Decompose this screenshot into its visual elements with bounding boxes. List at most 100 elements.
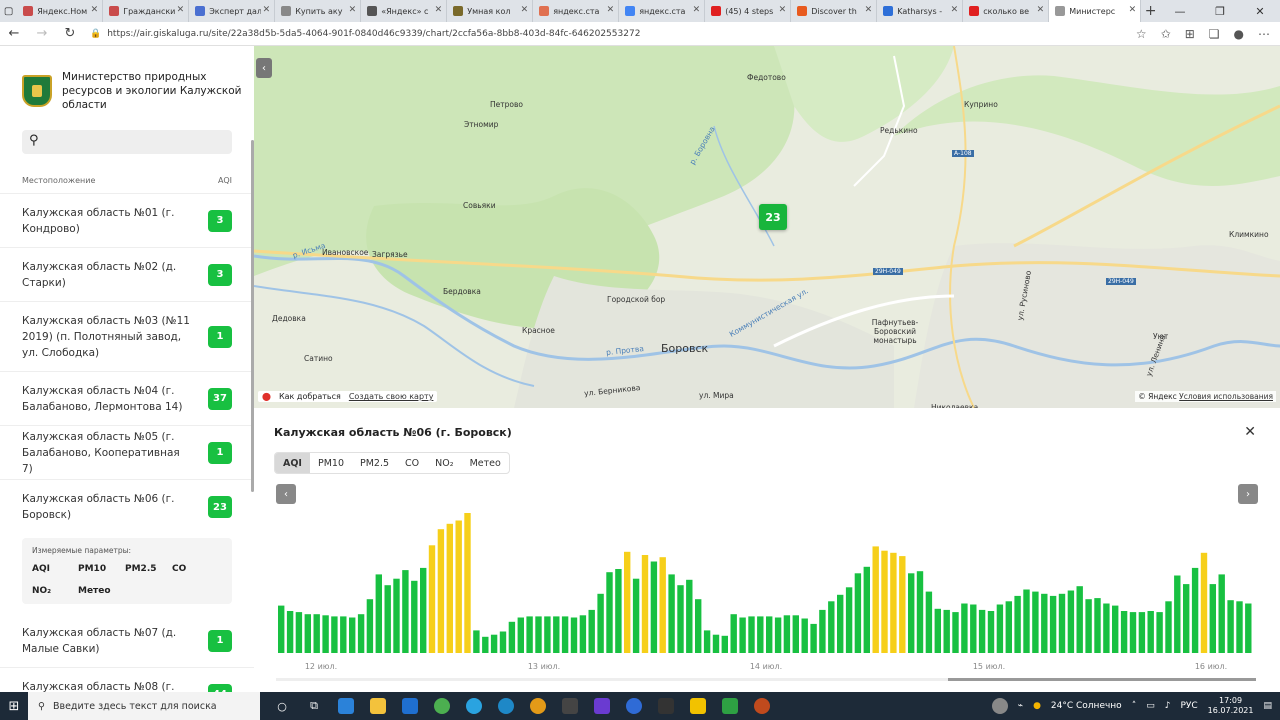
- browser-tab[interactable]: сколько ве ✕: [963, 0, 1050, 22]
- parameter-tab[interactable]: PM10: [310, 453, 352, 473]
- close-tab-icon[interactable]: ✕: [951, 5, 959, 15]
- chart-bar[interactable]: [766, 616, 773, 653]
- chart-bar[interactable]: [606, 572, 613, 653]
- browser-tab[interactable]: Граждански ✕: [103, 0, 190, 22]
- chart-bar[interactable]: [517, 617, 524, 654]
- chart-bar[interactable]: [801, 618, 808, 654]
- location-item[interactable]: Калужская область №07 (д. Малые Савки) 1: [0, 614, 254, 668]
- clock[interactable]: 17:09 16.07.2021: [1208, 696, 1254, 716]
- chart-bar[interactable]: [455, 520, 462, 654]
- chart-bar[interactable]: [721, 635, 728, 653]
- close-panel-icon[interactable]: ✕: [1244, 424, 1256, 440]
- chart-bar[interactable]: [1218, 574, 1225, 653]
- edge-icon[interactable]: [490, 692, 522, 720]
- close-tab-icon[interactable]: ✕: [349, 5, 357, 15]
- browser-tab[interactable]: яндекс.ста ✕: [533, 0, 620, 22]
- chart-bar[interactable]: [349, 617, 356, 654]
- location-item[interactable]: Калужская область №02 (д. Старки) 3: [0, 248, 254, 302]
- chart-bar[interactable]: [428, 545, 436, 653]
- forward-icon[interactable]: →: [28, 26, 56, 41]
- chart-bar[interactable]: [473, 630, 480, 653]
- menu-icon[interactable]: ⋯: [1258, 27, 1270, 41]
- app-icon[interactable]: [522, 692, 554, 720]
- app-icon[interactable]: [682, 692, 714, 720]
- chart-next-button[interactable]: ›: [1238, 484, 1258, 504]
- chart-bar[interactable]: [774, 617, 782, 654]
- chart-bar[interactable]: [748, 616, 755, 653]
- chart-bar[interactable]: [890, 552, 897, 653]
- console-icon[interactable]: [650, 692, 682, 720]
- chart-bar[interactable]: [1014, 595, 1021, 653]
- search-input[interactable]: ⚲: [22, 130, 232, 154]
- chart-bar[interactable]: [1236, 601, 1243, 653]
- location-item[interactable]: Калужская область №08 (г. Обнинск, 202 м…: [0, 668, 254, 692]
- reload-icon[interactable]: ↻: [56, 26, 84, 41]
- close-tab-icon[interactable]: ✕: [607, 5, 615, 15]
- chart-bar[interactable]: [925, 591, 933, 653]
- browser-tab[interactable]: Эксперт дал ✕: [189, 0, 276, 22]
- close-tab-icon[interactable]: ✕: [1037, 5, 1045, 15]
- chart-bar[interactable]: [420, 567, 427, 653]
- chart-bar[interactable]: [544, 616, 551, 653]
- chart-bar[interactable]: [668, 574, 675, 653]
- chart-bar[interactable]: [313, 614, 320, 653]
- new-tab-button[interactable]: +: [1141, 0, 1160, 22]
- chart-bar[interactable]: [934, 608, 941, 653]
- task-view-icon[interactable]: ⧉: [298, 692, 330, 720]
- chart-scrollbar[interactable]: [276, 678, 1256, 681]
- parameter-tab[interactable]: AQI: [275, 453, 310, 473]
- chart-bar[interactable]: [641, 555, 649, 653]
- close-tab-icon[interactable]: ✕: [1129, 5, 1137, 15]
- app-icon[interactable]: [586, 692, 618, 720]
- location-item[interactable]: Калужская область №06 (г. Боровск) 23: [0, 480, 254, 534]
- url-field[interactable]: 🔒 https://air.giskaluga.ru/site/22a38d5b…: [90, 29, 1090, 39]
- app-icon[interactable]: [746, 692, 778, 720]
- telegram-icon[interactable]: [458, 692, 490, 720]
- app-icon[interactable]: [714, 692, 746, 720]
- chart-bar[interactable]: [331, 616, 338, 653]
- location-item[interactable]: Калужская область №01 (г. Кондрово) 3: [0, 194, 254, 248]
- parameter-tab[interactable]: NO₂: [427, 453, 461, 473]
- browser-tab[interactable]: Умная кол ✕: [447, 0, 534, 22]
- chart-bar[interactable]: [393, 578, 400, 653]
- chart-bar[interactable]: [446, 523, 453, 653]
- map[interactable]: ‹ 23 Федотово Петрово Этномир Куприно Редьки…: [254, 46, 1280, 408]
- chart-bar[interactable]: [863, 566, 870, 653]
- chart-bar[interactable]: [1138, 612, 1146, 653]
- parameter-tab[interactable]: CO: [397, 453, 427, 473]
- chart-bar[interactable]: [490, 634, 498, 653]
- chart-bar[interactable]: [739, 617, 746, 654]
- store-icon[interactable]: [330, 692, 362, 720]
- chart-bar[interactable]: [819, 609, 826, 653]
- close-tab-icon[interactable]: ✕: [177, 5, 185, 15]
- chart-bar[interactable]: [1058, 593, 1066, 653]
- browser-tab[interactable]: Discover th ✕: [791, 0, 878, 22]
- chart-bar[interactable]: [854, 573, 862, 653]
- close-tab-icon[interactable]: ✕: [779, 5, 787, 15]
- app-icon[interactable]: [426, 692, 458, 720]
- parameter-tab[interactable]: Метео: [462, 453, 509, 473]
- chart-bar[interactable]: [1041, 593, 1048, 653]
- chart-bar[interactable]: [561, 616, 569, 653]
- chart-bar[interactable]: [526, 616, 533, 653]
- create-map-link[interactable]: Создать свою карту: [349, 392, 434, 401]
- chart-bar[interactable]: [411, 580, 418, 653]
- chart-bar[interactable]: [1120, 611, 1128, 653]
- chart-bar[interactable]: [783, 615, 791, 653]
- chart-bar[interactable]: [970, 604, 977, 654]
- chart-bar[interactable]: [899, 556, 906, 653]
- url-text[interactable]: https://air.giskaluga.ru/site/22a38d5b-5…: [107, 29, 640, 39]
- browser-tab[interactable]: Купить аку ✕: [275, 0, 362, 22]
- chart-bar[interactable]: [1067, 590, 1075, 654]
- chart-bar[interactable]: [996, 604, 1004, 654]
- chart-bar[interactable]: [1129, 612, 1137, 653]
- chart-bar[interactable]: [1183, 584, 1190, 653]
- chart-bar[interactable]: [553, 616, 560, 653]
- minimize-icon[interactable]: —: [1160, 0, 1200, 22]
- taskbar-search[interactable]: ⚲ Введите здесь текст для поиска: [28, 692, 260, 720]
- chart-bar[interactable]: [402, 570, 409, 653]
- mail-icon[interactable]: [394, 692, 426, 720]
- chart-bar[interactable]: [384, 585, 391, 653]
- chart-bar[interactable]: [952, 612, 959, 653]
- station-marker[interactable]: 23: [759, 204, 787, 230]
